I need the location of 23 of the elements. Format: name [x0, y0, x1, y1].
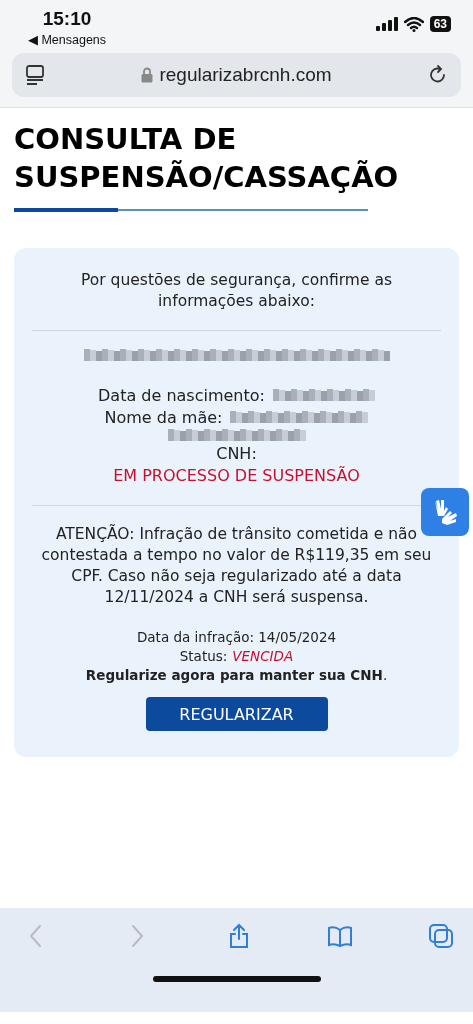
address-bar[interactable]: regularizabrcnh.com: [12, 53, 461, 97]
cnh-label: CNH:: [216, 443, 257, 465]
status-value: VENCIDA: [232, 647, 294, 666]
cnh-status: EM PROCESSO DE SUSPENSÃO: [113, 465, 360, 487]
call-to-action: Regularize agora para manter sua CNH.: [85, 666, 388, 685]
url-text: regularizabrcnh.com: [159, 64, 332, 86]
infraction-date: Data da infração: 14/05/2024: [136, 628, 337, 647]
clock: 15:10: [42, 8, 92, 30]
mother-name-label: Nome da mãe:: [104, 407, 223, 429]
wifi-icon: [403, 16, 424, 32]
signal-icon: [375, 17, 398, 31]
reader-icon[interactable]: [24, 64, 46, 86]
page-title: CONSULTA DE SUSPENSÃO/CASSAÇÃO: [14, 121, 400, 196]
status-label: Status:: [179, 647, 228, 666]
regularize-button[interactable]: REGULARIZAR: [145, 697, 328, 731]
tabs-icon[interactable]: [427, 922, 455, 950]
intro-text: Por questões de segurança, confirme as informações abaixo:: [80, 270, 393, 312]
sign-language-button[interactable]: [421, 488, 469, 536]
lock-icon: [141, 67, 154, 83]
back-to-app-link[interactable]: ◀ Mensagens: [27, 32, 107, 47]
battery-level: 63: [429, 16, 451, 32]
warning-text: ATENÇÃO: Infração de trânsito cometida e não contestada a tempo no valor de R$119,35 em seu CPF. Caso não seja regularizado até a data 12/11/2024 a CNH será suspensa.: [40, 524, 433, 608]
birth-date-label: Data de nascimento:: [98, 385, 265, 407]
